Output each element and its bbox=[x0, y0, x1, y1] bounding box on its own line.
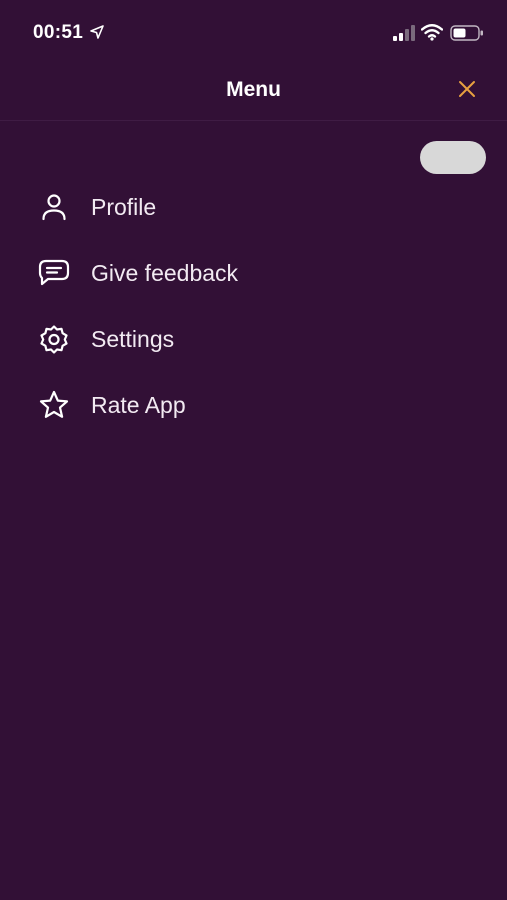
close-icon bbox=[457, 79, 477, 104]
menu-header: Menu bbox=[0, 64, 507, 121]
person-icon bbox=[37, 190, 71, 224]
battery-icon bbox=[450, 24, 484, 42]
menu-item-profile[interactable]: Profile bbox=[0, 174, 507, 240]
close-button[interactable] bbox=[452, 76, 482, 106]
menu-item-give-feedback[interactable]: Give feedback bbox=[0, 240, 507, 306]
menu-screen: 00:51 Menu Profile Give feedback Setting… bbox=[0, 0, 507, 900]
signal-icon bbox=[393, 25, 417, 41]
menu-item-rate-app[interactable]: Rate App bbox=[0, 372, 507, 438]
status-bar: 00:51 bbox=[0, 0, 507, 64]
menu-item-label: Rate App bbox=[91, 391, 186, 418]
menu-list: Profile Give feedback Settings Rate App bbox=[0, 174, 507, 438]
menu-item-settings[interactable]: Settings bbox=[0, 306, 507, 372]
menu-item-label: Give feedback bbox=[91, 259, 239, 286]
menu-item-label: Profile bbox=[91, 193, 157, 220]
gear-icon bbox=[37, 322, 71, 356]
toggle-switch[interactable] bbox=[420, 141, 486, 174]
chat-icon bbox=[37, 256, 71, 290]
status-time: 00:51 bbox=[33, 22, 84, 43]
menu-item-label: Settings bbox=[91, 325, 175, 352]
location-arrow-icon bbox=[90, 25, 104, 39]
star-icon bbox=[37, 388, 71, 422]
page-title: Menu bbox=[226, 78, 281, 101]
wifi-icon bbox=[420, 23, 444, 41]
